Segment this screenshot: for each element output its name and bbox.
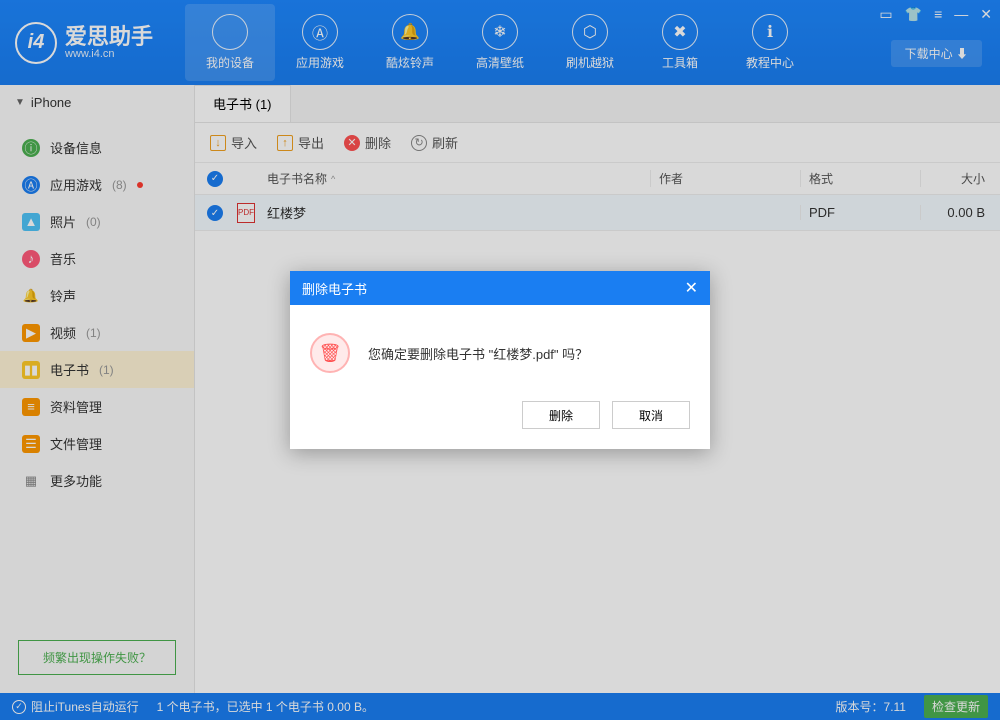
dialog-confirm-button[interactable]: 删除 [522, 401, 600, 429]
dialog-title: 删除电子书 [302, 279, 367, 298]
modal-overlay: 删除电子书 ✕ 🗑 您确定要删除电子书 "红楼梦.pdf" 吗？ 删除 取消 [0, 0, 1000, 720]
dialog-message: 您确定要删除电子书 "红楼梦.pdf" 吗？ [368, 344, 588, 363]
dialog-close-button[interactable]: ✕ [685, 278, 698, 298]
dialog-cancel-button[interactable]: 取消 [612, 401, 690, 429]
delete-dialog: 删除电子书 ✕ 🗑 您确定要删除电子书 "红楼梦.pdf" 吗？ 删除 取消 [290, 271, 710, 449]
trash-icon: 🗑 [310, 333, 350, 373]
